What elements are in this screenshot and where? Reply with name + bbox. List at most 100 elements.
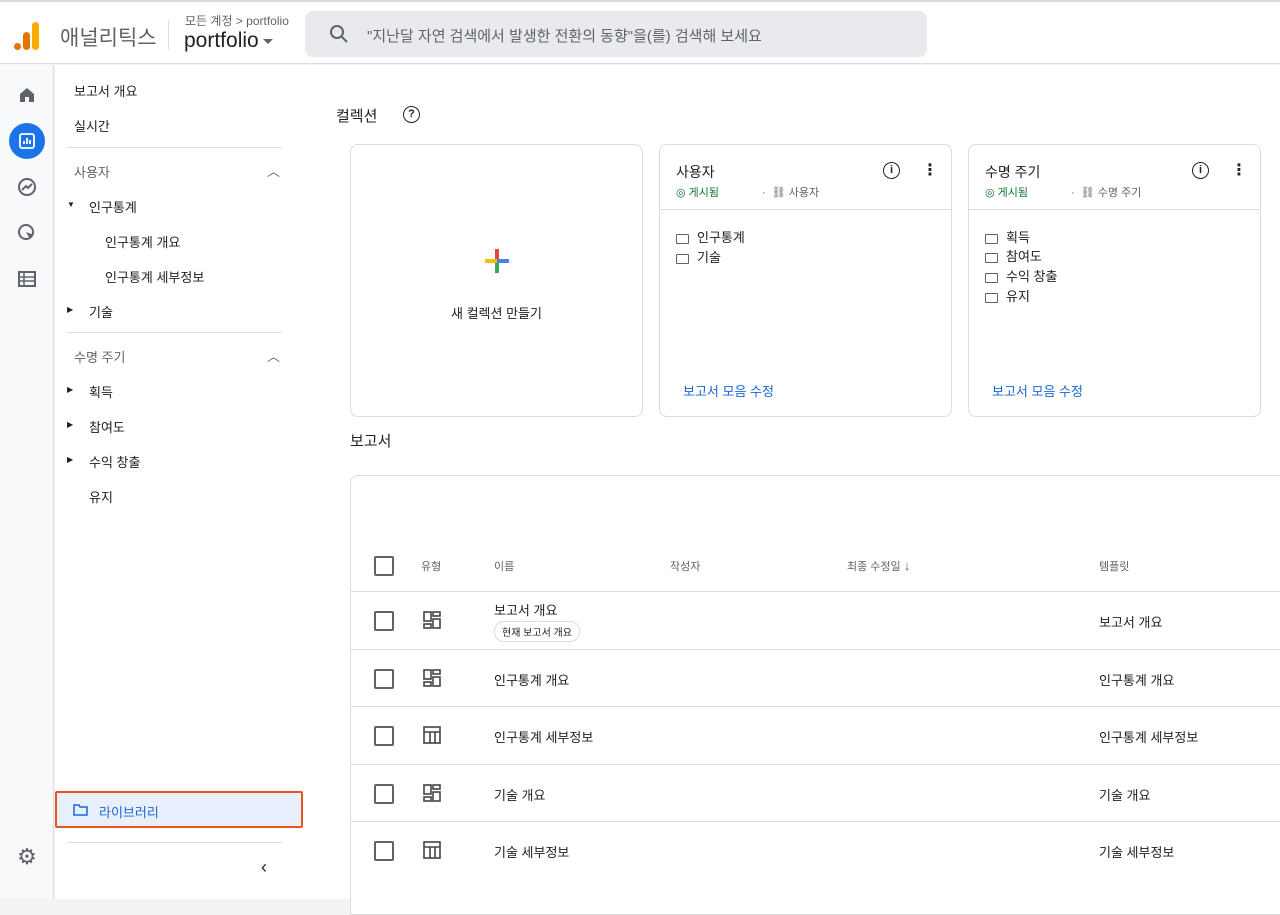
row-checkbox[interactable] [374, 611, 394, 631]
chevron-up-icon[interactable]: ︿ [267, 346, 280, 365]
current-badge: 현재 보고서 개요 [494, 621, 580, 642]
folder-icon [73, 804, 88, 816]
caret-right-icon[interactable]: ▶ [67, 420, 73, 429]
nav-realtime[interactable]: 실시간 [74, 116, 110, 135]
nav-acquisition[interactable]: 획득 [89, 382, 113, 401]
nav-demographics[interactable]: 인구통계 [89, 197, 137, 216]
divider [168, 20, 169, 50]
status-badge: ◎ 게시됨 [985, 187, 1029, 199]
nav-monetization[interactable]: 수익 창출 [89, 452, 140, 471]
col-template[interactable]: 템플릿 [1099, 558, 1129, 574]
folder-icon [985, 292, 998, 303]
chevron-up-icon[interactable]: ︿ [267, 161, 280, 180]
breadcrumb[interactable]: 모든 계정 > portfolio [185, 12, 289, 29]
nav-retention[interactable]: 유지 [89, 487, 113, 506]
nav-demo-details[interactable]: 인구통계 세부정보 [105, 267, 204, 286]
report-template: 보고서 개요 [1099, 615, 1163, 630]
overview-report-icon [423, 668, 441, 687]
reports-title: 보고서 [350, 433, 392, 450]
library-main: 컬렉션 ? 새 컬렉션 만들기 사용자 ◎ 게시됨 · ⛓ 사용자 i ⋮ 인구… [315, 65, 1280, 915]
search-icon [330, 25, 348, 43]
search-input[interactable]: "지난달 자연 검색에서 발생한 전환의 동향"을(를) 검색해 보세요 [305, 11, 927, 57]
collection-card[interactable]: 사용자 ◎ 게시됨 · ⛓ 사용자 i ⋮ 인구통계 기술 보고서 모음 수정 [659, 144, 952, 417]
divider [660, 209, 951, 210]
home-icon[interactable] [9, 77, 45, 113]
sort-arrow-down-icon: ↓ [903, 558, 911, 573]
collection-card[interactable]: 수명 주기 ◎ 게시됨 · ⛓ 수명 주기 i ⋮ 획득 참여도 수익 창출 유… [968, 144, 1261, 417]
source: · ⛓ 수명 주기 [1071, 187, 1142, 199]
report-template: 인구통계 세부정보 [1099, 730, 1199, 745]
folder-icon [985, 252, 998, 263]
row-checkbox[interactable] [374, 726, 394, 746]
card-title: 수명 주기 [985, 164, 1041, 180]
divider [67, 842, 282, 843]
settings-gear-icon[interactable]: ⚙ [9, 839, 45, 875]
nav-demo-overview[interactable]: 인구통계 개요 [105, 232, 180, 251]
row-checkbox[interactable] [374, 668, 394, 689]
table-row[interactable]: 기술 개요 기술 개요 [351, 763, 1280, 822]
reports-icon[interactable] [9, 123, 45, 159]
help-icon[interactable]: ? [403, 106, 420, 123]
report-name[interactable]: 인구통계 개요 [494, 670, 569, 689]
detail-report-icon [423, 726, 441, 744]
detail-report-icon [423, 841, 441, 859]
section-lifecycle[interactable]: 수명 주기 [74, 347, 125, 366]
create-collection-card[interactable]: 새 컬렉션 만들기 [350, 144, 643, 417]
more-vert-icon[interactable]: ⋮ [922, 160, 938, 180]
col-type: 유형 [421, 561, 442, 573]
caret-right-icon[interactable]: ▶ [67, 455, 73, 464]
report-template: 기술 개요 [1099, 787, 1151, 803]
info-icon[interactable]: i [883, 162, 900, 179]
property-selector[interactable]: portfolio [184, 29, 273, 53]
report-name[interactable]: 인구통계 세부정보 [494, 727, 593, 746]
card-title: 사용자 [676, 164, 715, 180]
report-name[interactable]: 보고서 개요 [494, 600, 557, 619]
explore-icon[interactable] [9, 169, 45, 205]
folder-item: 획득 [985, 227, 1030, 246]
overview-report-icon [423, 783, 441, 802]
table-row[interactable]: 보고서 개요 현재 보고서 개요 보고서 개요 [351, 591, 1280, 649]
property-name: portfolio [184, 29, 259, 52]
advertising-icon[interactable] [9, 215, 45, 251]
top-bar: 애널리틱스 모든 계정 > portfolio portfolio "지난달 자… [0, 0, 1280, 64]
col-modified[interactable]: 최종 수정일 ↓ [847, 558, 910, 574]
nav-library[interactable]: 라이브러리 [55, 791, 303, 828]
table-row[interactable]: 인구통계 세부정보 인구통계 세부정보 [351, 706, 1280, 764]
search-placeholder: "지난달 자연 검색에서 발생한 전환의 동향"을(를) 검색해 보세요 [367, 28, 762, 45]
overview-report-icon [423, 611, 441, 629]
caret-down-icon [262, 38, 273, 44]
caret-right-icon[interactable]: ▶ [67, 385, 73, 394]
report-name[interactable]: 기술 세부정보 [494, 842, 569, 861]
col-name[interactable]: 이름 [494, 558, 514, 574]
reports-table: 유형 이름 작성자 최종 수정일 ↓ 템플릿 보고서 개요 현재 보고서 개요 … [350, 475, 1280, 915]
table-row[interactable]: 인구통계 개요 인구통계 개요 [351, 648, 1280, 707]
caret-right-icon[interactable]: ▶ [67, 305, 73, 314]
configure-icon[interactable] [9, 261, 45, 297]
folder-item: 수익 창출 [985, 266, 1057, 285]
collapse-chevron-left-icon[interactable]: ‹ [261, 857, 267, 878]
more-vert-icon[interactable]: ⋮ [1231, 160, 1247, 180]
brand-name: 애널리틱스 [60, 27, 157, 50]
row-checkbox[interactable] [374, 783, 394, 804]
folder-icon [676, 253, 689, 264]
table-row[interactable]: 기술 세부정보 기술 세부정보 [351, 821, 1280, 879]
edit-collection-link[interactable]: 보고서 모음 수정 [992, 381, 1083, 400]
nav-tech[interactable]: 기술 [89, 302, 113, 321]
nav-engagement[interactable]: 참여도 [89, 417, 125, 436]
nav-rail: ⚙ [0, 65, 54, 899]
nav-overview[interactable]: 보고서 개요 [74, 81, 137, 100]
folder-icon [985, 233, 998, 244]
edit-collection-link[interactable]: 보고서 모음 수정 [683, 381, 774, 400]
report-name[interactable]: 기술 개요 [494, 785, 545, 804]
col-author[interactable]: 작성자 [670, 558, 700, 574]
row-checkbox[interactable] [374, 841, 394, 861]
info-icon[interactable]: i [1192, 162, 1209, 179]
folder-item: 참여도 [985, 246, 1042, 265]
section-user[interactable]: 사용자 [74, 162, 110, 181]
caret-down-icon[interactable]: ▼ [67, 200, 75, 209]
create-collection-label: 새 컬렉션 만들기 [451, 306, 542, 321]
folder-icon [676, 233, 689, 244]
divider [67, 332, 282, 333]
plus-icon [485, 249, 509, 273]
select-all-checkbox[interactable] [374, 556, 394, 576]
